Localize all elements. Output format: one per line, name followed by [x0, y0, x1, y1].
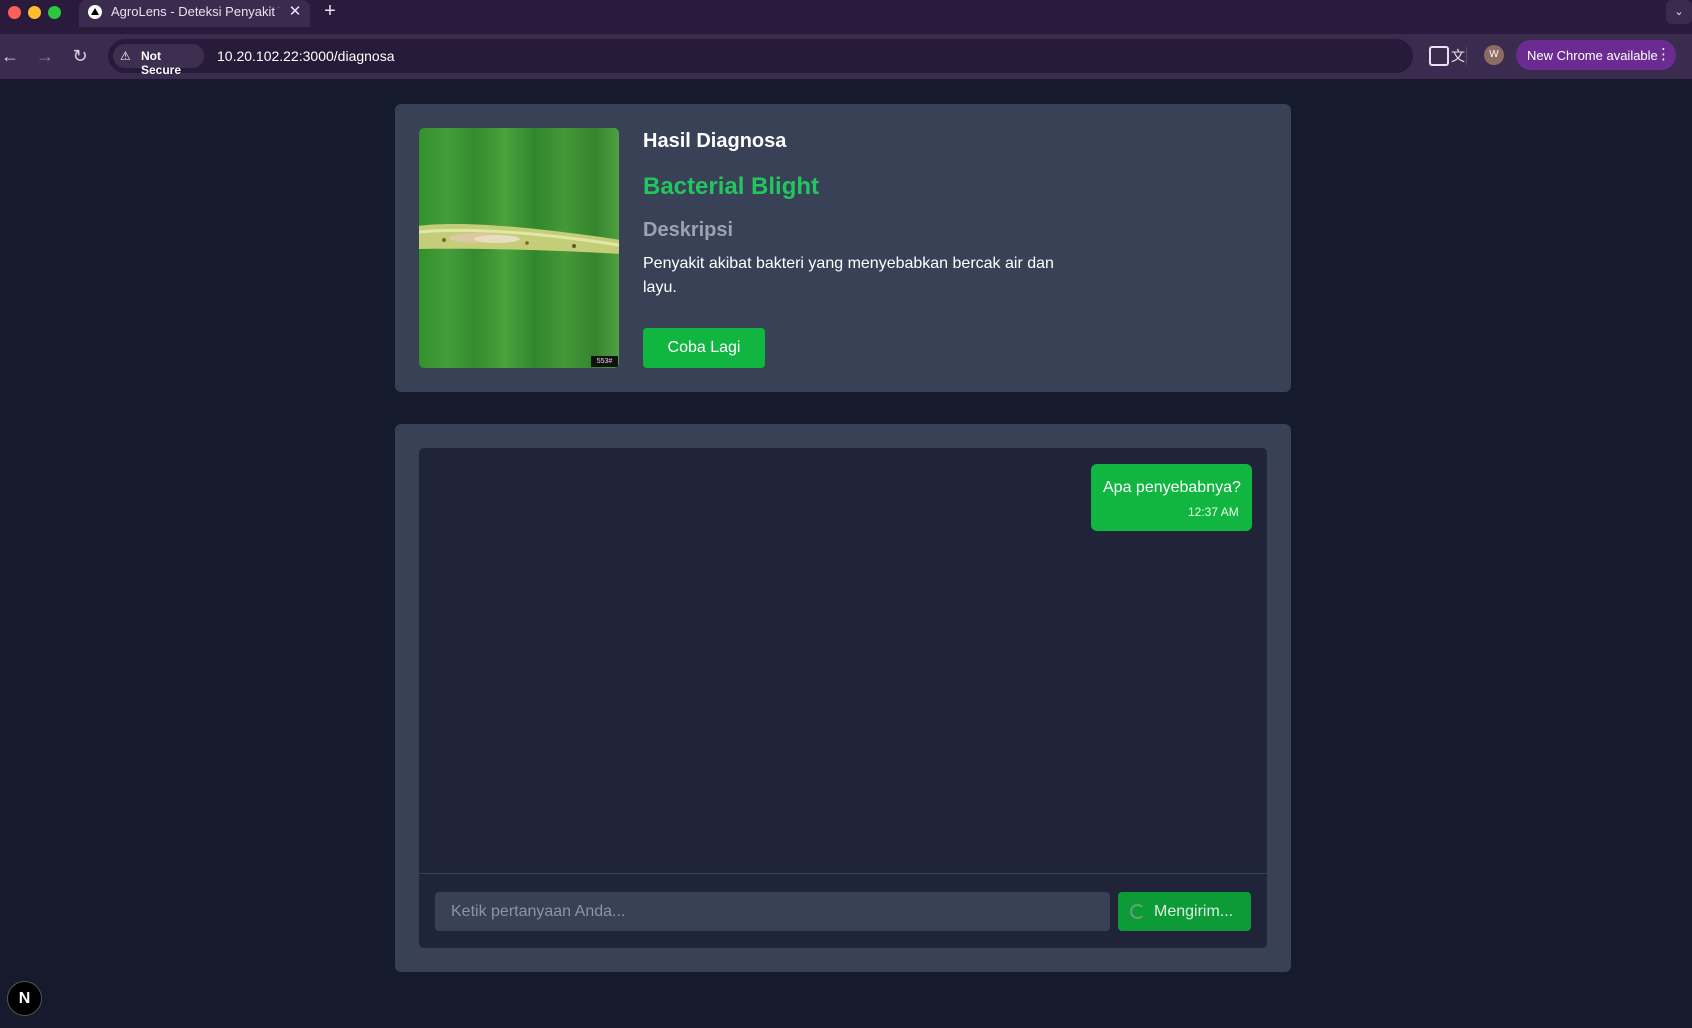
close-window-button[interactable]	[8, 6, 21, 19]
warning-icon: ⚠	[120, 49, 131, 63]
site-favicon-icon	[88, 5, 102, 19]
disease-name: Bacterial Blight	[643, 173, 820, 200]
chat-question-input[interactable]	[435, 892, 1110, 931]
chat-card: Apa penyebabnya? 12:37 AM Mengirim...	[395, 424, 1291, 972]
browser-toolbar: ← → ↻ ⚠ Not Secure 10.20.102.22:3000/dia…	[0, 34, 1692, 79]
send-button[interactable]: Mengirim...	[1118, 892, 1251, 931]
security-status-chip[interactable]: ⚠ Not Secure	[113, 44, 204, 77]
extensions-icon[interactable]	[1429, 46, 1449, 66]
chrome-update-button[interactable]: New Chrome available ⋮	[1516, 40, 1676, 70]
chat-panel: Apa penyebabnya? 12:37 AM Mengirim...	[419, 448, 1267, 948]
user-message-bubble: Apa penyebabnya? 12:37 AM	[1091, 464, 1252, 531]
chat-message-list[interactable]: Apa penyebabnya? 12:37 AM	[419, 448, 1267, 874]
diagnosis-title: Hasil Diagnosa	[643, 130, 787, 152]
disease-description: Penyakit akibat bakteri yang menyebabkan…	[643, 255, 1054, 296]
tab-title[interactable]: AgroLens - Deteksi Penyakit T	[111, 4, 279, 19]
toolbar-divider	[1466, 47, 1467, 65]
address-bar[interactable]: ⚠ Not Secure 10.20.102.22:3000/diagnosa …	[108, 39, 1504, 77]
message-text: Apa penyebabnya?	[1103, 479, 1241, 496]
reload-icon[interactable]: ↻	[68, 44, 92, 68]
uploaded-leaf-image: 553#	[419, 128, 619, 368]
more-icon[interactable]: ⋮	[1656, 45, 1671, 63]
try-again-button[interactable]: Coba Lagi	[643, 328, 765, 368]
diagnosis-result-card: 553# Hasil Diagnosa Bacterial Blight Des…	[395, 104, 1291, 392]
browser-tab-bar: AgroLens - Deteksi Penyakit T ✕ + ⌄	[0, 0, 1692, 34]
tab-search-chevron-icon[interactable]: ⌄	[1666, 0, 1692, 24]
send-button-label: Mengirim...	[1154, 903, 1234, 920]
image-stamp-label: 553#	[591, 356, 618, 367]
forward-icon[interactable]: →	[33, 44, 57, 68]
message-time: 12:37 AM	[1188, 505, 1239, 519]
new-tab-icon[interactable]: +	[321, 1, 339, 21]
leaf-photo-graphic	[419, 128, 619, 368]
translate-icon[interactable]: 文	[1448, 46, 1468, 66]
tab-close-icon[interactable]: ✕	[287, 2, 303, 20]
next-dev-badge[interactable]: N	[7, 981, 42, 1016]
back-icon[interactable]: ←	[0, 44, 22, 68]
minimize-window-button[interactable]	[28, 6, 41, 19]
maximize-window-button[interactable]	[48, 6, 61, 19]
url-text[interactable]: 10.20.102.22:3000/diagnosa	[217, 48, 395, 64]
description-heading: Deskripsi	[643, 219, 734, 241]
loading-spinner-icon	[1130, 904, 1145, 919]
security-status-label: Not Secure	[141, 49, 182, 77]
chrome-update-label: New Chrome available	[1527, 48, 1658, 63]
profile-avatar[interactable]: W	[1484, 45, 1504, 65]
